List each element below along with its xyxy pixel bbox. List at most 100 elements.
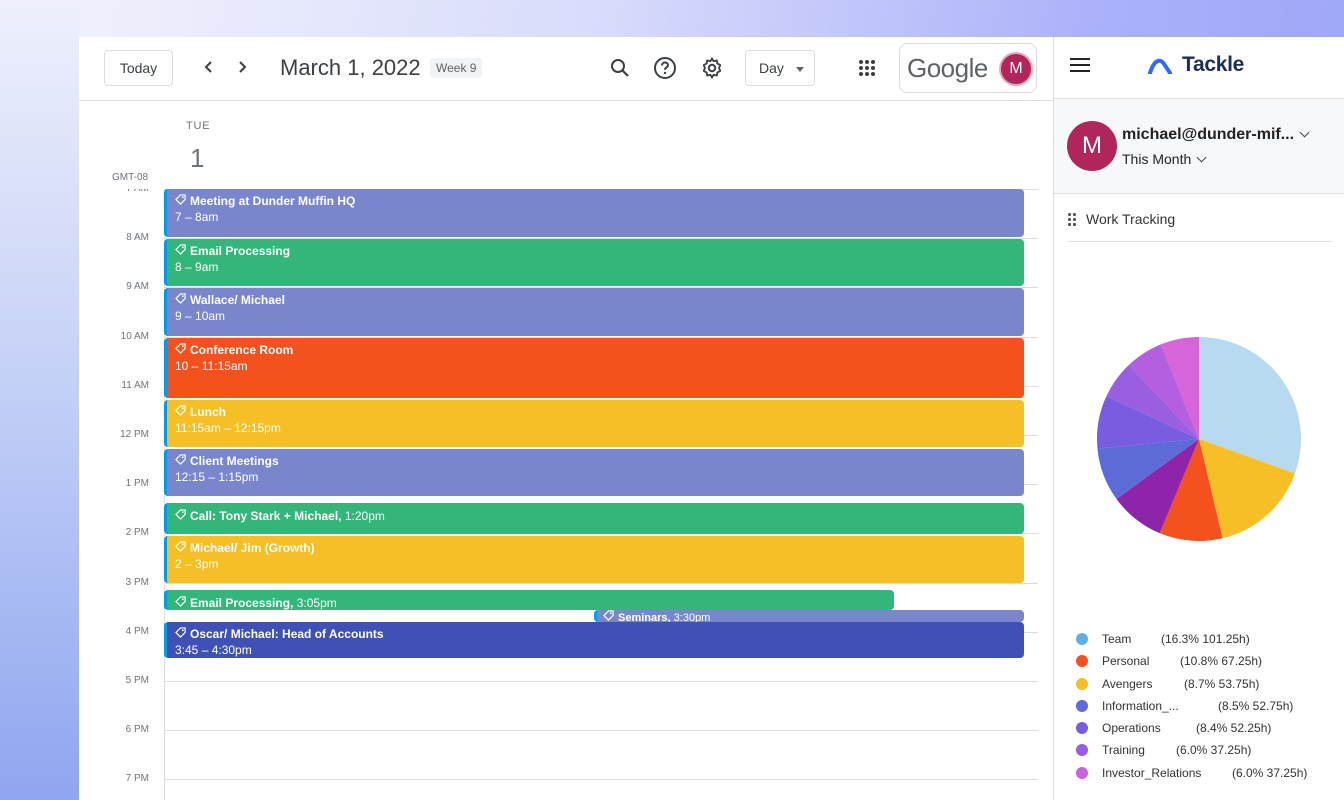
app-window: Today March 1, 2022 Week 9 Day Google M … xyxy=(79,37,1344,800)
settings-button[interactable] xyxy=(699,55,725,81)
drag-handle-icon[interactable] xyxy=(1068,212,1076,226)
range-dropdown[interactable]: This Month xyxy=(1122,151,1207,167)
section-title: Work Tracking xyxy=(1086,211,1176,227)
tackle-logo: Tackle xyxy=(1148,53,1244,77)
chevron-down-icon xyxy=(1299,127,1310,138)
legend-value: (16.3% 101.25h) xyxy=(1161,632,1250,646)
event-title: Lunch xyxy=(190,405,226,419)
account-email: michael@dunder-mif... xyxy=(1122,126,1295,143)
legend-name: Team xyxy=(1102,632,1132,646)
tag-icon xyxy=(175,292,187,308)
event-time: 2 – 3pm xyxy=(175,557,219,571)
tag-icon xyxy=(175,342,187,358)
legend-item[interactable]: Avengers (8.7% 53.75h) xyxy=(1076,674,1336,696)
event-title: Email Processing xyxy=(190,244,291,258)
event-time: 8 – 9am xyxy=(175,260,219,274)
legend-item[interactable]: Team (16.3% 101.25h) xyxy=(1076,629,1336,651)
event-time: 11:15am – 12:15pm xyxy=(175,421,281,435)
calendar-event[interactable]: Email Processing, 3:05pm xyxy=(164,590,894,610)
legend-value: (6.0% 37.25h) xyxy=(1176,743,1252,758)
calendar-view: Today March 1, 2022 Week 9 Day Google M … xyxy=(79,37,1053,800)
menu-icon[interactable] xyxy=(1070,58,1090,74)
time-grid: 7 AM 8 AM 9 AM 10 AM 11 AM 12 PM 1 PM 2 PM 3 PM 4… xyxy=(79,189,1053,800)
legend-swatch xyxy=(1076,633,1088,645)
calendar-event[interactable]: Seminars, 3:30pm xyxy=(594,610,1024,622)
event-title: Call: Tony Stark + Michael, xyxy=(190,509,342,523)
google-account-box[interactable]: Google M xyxy=(899,43,1037,93)
range-label: This Month xyxy=(1122,151,1192,167)
calendar-event[interactable]: Client Meetings 12:15 – 1:15pm xyxy=(164,449,1024,496)
tag-icon xyxy=(175,193,187,209)
legend-item[interactable]: Investor_Relations (6.0% 37.25h) xyxy=(1076,763,1336,785)
legend-name: Personal xyxy=(1102,654,1150,669)
tag-icon xyxy=(175,243,187,259)
previous-day-button[interactable] xyxy=(197,55,221,79)
calendar-event[interactable]: Email Processing 8 – 9am xyxy=(164,239,1024,286)
event-time: 3:05pm xyxy=(296,596,337,610)
event-title: Conference Room xyxy=(190,343,294,357)
event-title: Wallace/ Michael xyxy=(190,293,285,307)
event-time: 10 – 11:15am xyxy=(175,359,248,373)
hour-label: 4 PM xyxy=(125,625,149,637)
calendar-event[interactable]: Call: Tony Stark + Michael, 1:20pm xyxy=(164,503,1024,534)
hour-label: 9 AM xyxy=(126,281,149,293)
event-title: Michael/ Jim (Growth) xyxy=(190,541,315,555)
legend-name: Operations xyxy=(1102,721,1161,736)
calendar-event[interactable]: Michael/ Jim (Growth) 2 – 3pm xyxy=(164,536,1024,583)
account-avatar[interactable]: M xyxy=(1001,54,1031,84)
account-email-dropdown[interactable]: michael@dunder-mif... xyxy=(1122,126,1310,144)
calendar-event[interactable]: Wallace/ Michael 9 – 10am xyxy=(164,288,1024,336)
chevron-down-icon xyxy=(1196,152,1207,163)
tackle-header: Tackle xyxy=(1054,37,1344,99)
legend-item[interactable]: Information_... (8.5% 52.75h) xyxy=(1076,696,1336,718)
work-tracking-pie-chart xyxy=(1097,337,1301,541)
apps-button[interactable] xyxy=(854,55,880,81)
event-time: 12:15 – 1:15pm xyxy=(175,470,259,484)
legend-swatch xyxy=(1076,677,1088,690)
calendar-event[interactable]: Conference Room 10 – 11:15am xyxy=(164,338,1024,398)
hour-label: 8 AM xyxy=(126,232,149,244)
view-select-label: Day xyxy=(759,60,784,76)
calendar-event[interactable]: Meeting at Dunder Muffin HQ 7 – 8am xyxy=(164,189,1024,237)
user-avatar: M xyxy=(1067,121,1117,171)
legend-item[interactable]: Personal (10.8% 67.25h) xyxy=(1076,651,1336,673)
today-button[interactable]: Today xyxy=(104,50,173,86)
day-of-week: TUE xyxy=(186,120,211,132)
hour-gridline xyxy=(164,681,1038,682)
view-select[interactable]: Day xyxy=(745,50,815,86)
tag-icon xyxy=(175,404,187,420)
gear-icon xyxy=(702,57,722,79)
legend-item[interactable]: Operations (8.4% 52.25h) xyxy=(1076,718,1336,740)
divider xyxy=(1068,241,1332,242)
hour-gridline xyxy=(164,730,1038,732)
event-title: Meeting at Dunder Muffin HQ xyxy=(190,194,356,208)
hour-label: 1 PM xyxy=(125,478,149,490)
legend-swatch xyxy=(1076,655,1088,668)
legend-swatch xyxy=(1076,699,1088,712)
legend-name: Investor_Relations xyxy=(1102,765,1202,780)
tackle-logo-icon xyxy=(1148,58,1172,74)
day-number[interactable]: 1 xyxy=(190,143,204,174)
search-icon xyxy=(611,59,629,77)
hour-label: 6 PM xyxy=(125,724,149,736)
brand-name: Tackle xyxy=(1182,53,1245,76)
tag-icon xyxy=(175,453,187,469)
calendar-toolbar: Today March 1, 2022 Week 9 Day Google M xyxy=(79,37,1053,101)
legend-item[interactable]: Training (6.0% 37.25h) xyxy=(1076,740,1336,762)
search-button[interactable] xyxy=(607,55,633,81)
google-logo: Google xyxy=(907,52,988,83)
work-tracking-header: Work Tracking xyxy=(1068,211,1175,227)
hour-gridline xyxy=(164,779,1038,781)
legend-swatch xyxy=(1076,722,1088,735)
legend-value: (8.5% 52.75h) xyxy=(1218,698,1294,713)
hour-label: 7 PM xyxy=(125,773,149,785)
next-day-button[interactable] xyxy=(230,55,254,79)
week-badge: Week 9 xyxy=(430,58,483,78)
help-button[interactable] xyxy=(652,55,678,81)
calendar-event[interactable]: Oscar/ Michael: Head of Accounts 3:45 – 4… xyxy=(164,622,1024,658)
dropdown-caret-icon xyxy=(796,67,804,72)
tag-icon xyxy=(175,540,187,556)
calendar-event[interactable]: Lunch 11:15am – 12:15pm xyxy=(164,400,1024,447)
event-time: 3:30pm xyxy=(673,612,711,622)
legend-name: Information_... xyxy=(1102,698,1179,713)
